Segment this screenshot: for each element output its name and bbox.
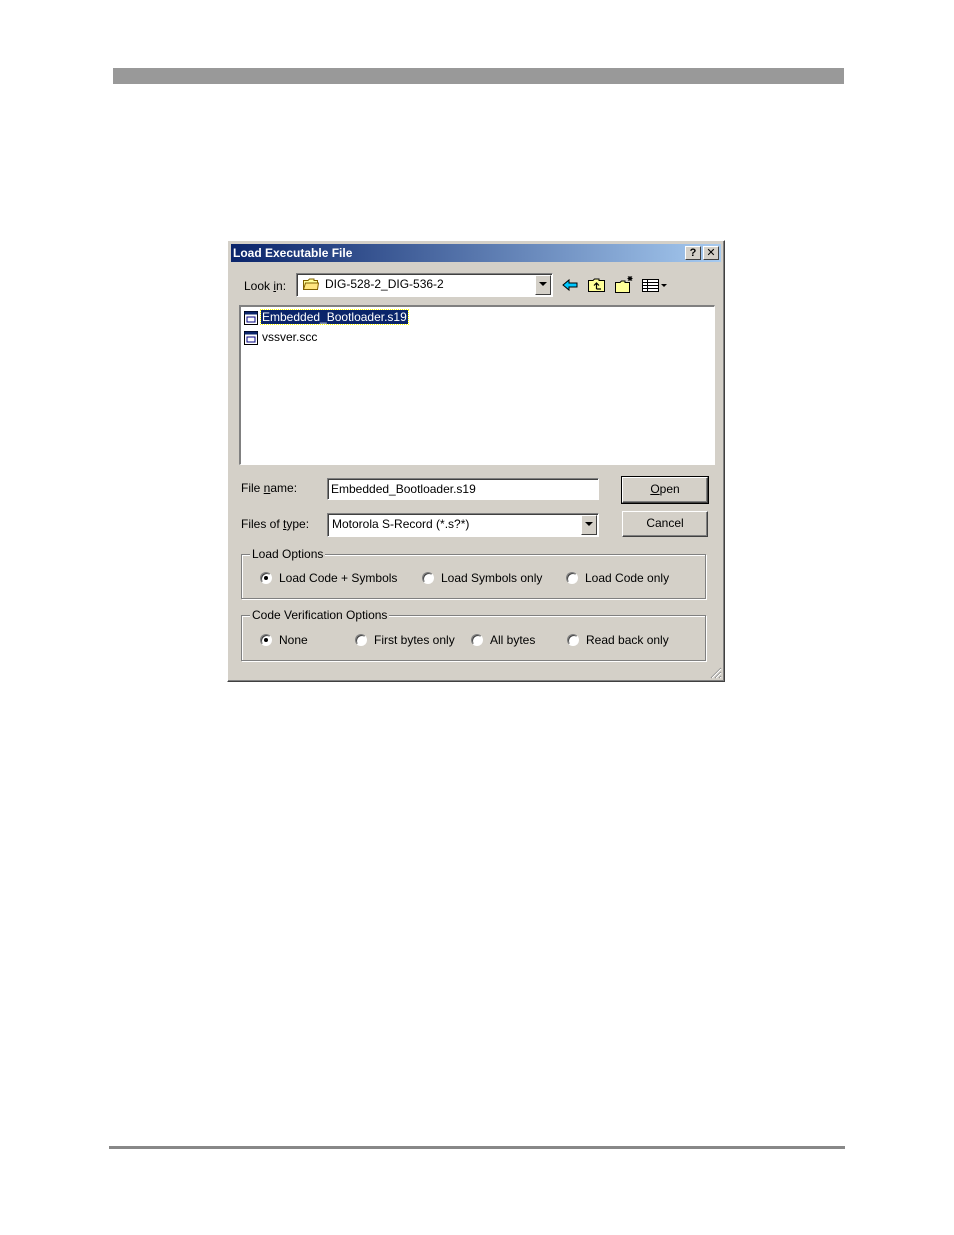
new-folder-icon[interactable]	[613, 275, 635, 295]
radio-button[interactable]	[422, 572, 434, 584]
up-folder-icon[interactable]	[586, 275, 608, 295]
file-name: vssver.scc	[262, 330, 318, 344]
radio-button[interactable]	[471, 634, 483, 646]
radio-label: First bytes only	[374, 633, 455, 647]
look-in-value: DIG-528-2_DIG-536-2	[325, 277, 444, 291]
verification-options-title: Code Verification Options	[250, 608, 390, 622]
file-type-label: Files of type:	[241, 517, 310, 531]
back-arrow-icon[interactable]	[560, 275, 582, 295]
file-icon	[244, 331, 258, 345]
dialog-title: Load Executable File	[233, 246, 353, 260]
file-type-dropdown-arrow[interactable]	[581, 515, 597, 535]
help-button[interactable]: ?	[685, 246, 701, 260]
verification-options-group: Code Verification Options None First byt…	[241, 608, 706, 661]
look-in-dropdown-arrow[interactable]	[535, 275, 551, 295]
file-icon	[244, 311, 258, 325]
load-options-group: Load Options Load Code + Symbols Load Sy…	[241, 547, 706, 599]
file-name-label: File name:	[241, 481, 298, 495]
resize-grip-icon[interactable]	[710, 667, 722, 679]
radio-label: Read back only	[586, 633, 669, 647]
load-executable-dialog: Load Executable File ? ✕ Look in: DIG-52…	[227, 240, 725, 682]
cancel-button[interactable]: Cancel	[622, 511, 708, 537]
radio-button[interactable]	[566, 572, 578, 584]
radio-button[interactable]	[260, 572, 272, 584]
radio-label: Load Code + Symbols	[279, 571, 398, 585]
file-name-input[interactable]: Embedded_Bootloader.s19	[327, 478, 599, 500]
look-in-combo[interactable]: DIG-528-2_DIG-536-2	[296, 273, 553, 297]
view-menu-icon[interactable]	[640, 275, 670, 295]
file-type-combo[interactable]: Motorola S-Record (*.s?*)	[327, 513, 599, 537]
folder-icon	[303, 278, 319, 290]
radio-label: Load Code only	[585, 571, 670, 585]
load-options-title: Load Options	[250, 547, 326, 561]
file-name: Embedded_Bootloader.s19	[260, 309, 409, 325]
open-button[interactable]: Open	[621, 476, 709, 504]
page-footer-rule	[109, 1146, 845, 1149]
radio-label: Load Symbols only	[441, 571, 543, 585]
dialog-title-bar[interactable]: Load Executable File ? ✕	[231, 244, 721, 262]
radio-label: All bytes	[490, 633, 536, 647]
file-list[interactable]: Embedded_Bootloader.s19 vssver.scc	[239, 305, 715, 465]
radio-label: None	[279, 633, 308, 647]
close-button[interactable]: ✕	[703, 246, 719, 260]
radio-button[interactable]	[355, 634, 367, 646]
look-in-label: Look in:	[244, 279, 287, 293]
file-type-value: Motorola S-Record (*.s?*)	[332, 517, 470, 531]
page-header-rule	[113, 68, 844, 84]
radio-button[interactable]	[567, 634, 579, 646]
radio-button[interactable]	[260, 634, 272, 646]
